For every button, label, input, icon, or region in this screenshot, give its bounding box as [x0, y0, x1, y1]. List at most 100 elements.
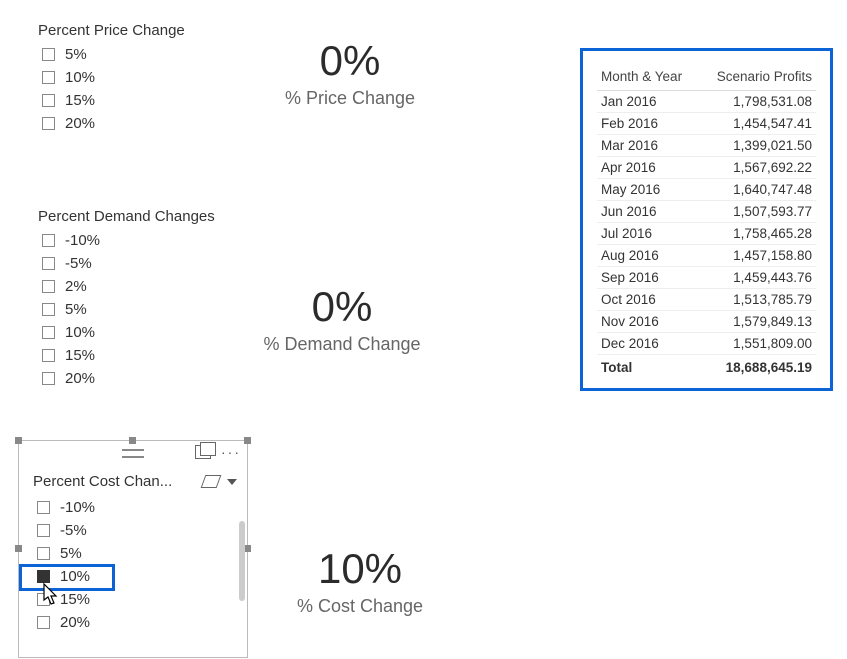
table-row[interactable]: Jul 20161,758,465.28	[597, 223, 816, 245]
checkbox-icon[interactable]	[42, 257, 55, 270]
demand-slicer-option-label: -5%	[65, 255, 92, 272]
price-slicer-option[interactable]: 10%	[38, 68, 238, 87]
cost-slicer-option[interactable]: 5%	[33, 544, 243, 563]
checkbox-icon[interactable]	[42, 48, 55, 61]
table-row[interactable]: Oct 20161,513,785.79	[597, 289, 816, 311]
cell-month: Nov 2016	[597, 311, 698, 333]
checkbox-icon[interactable]	[37, 547, 50, 560]
demand-change-label: % Demand Change	[232, 334, 452, 355]
table-row[interactable]: Apr 20161,567,692.22	[597, 157, 816, 179]
cell-profit: 1,507,593.77	[698, 201, 816, 223]
demand-slicer-option-label: 10%	[65, 324, 95, 341]
checkbox-icon[interactable]	[42, 71, 55, 84]
table-row[interactable]: Feb 20161,454,547.41	[597, 113, 816, 135]
demand-slicer-option-label: -10%	[65, 232, 100, 249]
checkbox-icon[interactable]	[42, 303, 55, 316]
checkbox-icon[interactable]	[42, 234, 55, 247]
cost-slicer-option[interactable]: 10%	[33, 567, 243, 586]
price-slicer-option-label: 5%	[65, 46, 87, 63]
checkbox-icon[interactable]	[42, 349, 55, 362]
checkbox-icon[interactable]	[37, 616, 50, 629]
checkbox-icon[interactable]	[42, 94, 55, 107]
cell-profit: 1,457,158.80	[698, 245, 816, 267]
price-slicer-title: Percent Price Change	[38, 22, 238, 39]
checkbox-icon[interactable]	[37, 501, 50, 514]
cost-slicer-option[interactable]: 15%	[33, 590, 243, 609]
cost-slicer-option-label: -5%	[60, 522, 87, 539]
cell-month: Jul 2016	[597, 223, 698, 245]
total-label: Total	[597, 355, 698, 379]
demand-slicer-option[interactable]: 5%	[38, 300, 248, 319]
table-row[interactable]: Jun 20161,507,593.77	[597, 201, 816, 223]
cost-change-card: 10% % Cost Change	[250, 548, 470, 617]
focus-mode-icon[interactable]	[195, 445, 211, 459]
table-row[interactable]: Dec 20161,551,809.00	[597, 333, 816, 355]
cell-month: Jan 2016	[597, 91, 698, 113]
demand-slicer-option[interactable]: -10%	[38, 231, 248, 250]
checkbox-icon[interactable]	[37, 593, 50, 606]
cell-month: Feb 2016	[597, 113, 698, 135]
checkbox-icon[interactable]	[42, 372, 55, 385]
resize-handle-w[interactable]	[15, 545, 22, 552]
cost-slicer-option-label: -10%	[60, 499, 95, 516]
table-header-row: Month & Year Scenario Profits	[597, 65, 816, 91]
cell-profit: 1,567,692.22	[698, 157, 816, 179]
checkbox-icon[interactable]	[42, 117, 55, 130]
price-change-label: % Price Change	[250, 88, 450, 109]
table-row[interactable]: Sep 20161,459,443.76	[597, 267, 816, 289]
scrollbar[interactable]	[239, 521, 245, 601]
total-value: 18,688,645.19	[698, 355, 816, 379]
table-row[interactable]: May 20161,640,747.48	[597, 179, 816, 201]
table-row[interactable]: Mar 20161,399,021.50	[597, 135, 816, 157]
drag-handle-icon[interactable]	[122, 449, 144, 458]
cost-slicer-option[interactable]: -10%	[33, 498, 243, 517]
col-scenario-profits[interactable]: Scenario Profits	[698, 65, 816, 91]
table-row[interactable]: Aug 20161,457,158.80	[597, 245, 816, 267]
demand-slicer-option[interactable]: -5%	[38, 254, 248, 273]
col-month-year[interactable]: Month & Year	[597, 65, 698, 91]
price-slicer-option[interactable]: 5%	[38, 45, 238, 64]
cost-change-label: % Cost Change	[250, 596, 470, 617]
cell-profit: 1,579,849.13	[698, 311, 816, 333]
price-slicer-option[interactable]: 20%	[38, 114, 238, 133]
demand-change-card: 0% % Demand Change	[232, 286, 452, 355]
cell-profit: 1,551,809.00	[698, 333, 816, 355]
cell-profit: 1,513,785.79	[698, 289, 816, 311]
cost-slicer-option[interactable]: 20%	[33, 613, 243, 632]
checkbox-icon[interactable]	[42, 326, 55, 339]
cell-month: Sep 2016	[597, 267, 698, 289]
cost-slicer-option[interactable]: -5%	[33, 521, 243, 540]
cell-month: Dec 2016	[597, 333, 698, 355]
demand-slicer: Percent Demand Changes -10%-5%2%5%10%15%…	[38, 208, 248, 392]
table-total-row: Total18,688,645.19	[597, 355, 816, 379]
more-options-icon[interactable]: ···	[221, 445, 241, 459]
demand-slicer-option[interactable]: 2%	[38, 277, 248, 296]
table-row[interactable]: Nov 20161,579,849.13	[597, 311, 816, 333]
demand-slicer-option-label: 20%	[65, 370, 95, 387]
cost-slicer-option-label: 10%	[60, 568, 90, 585]
checkbox-icon[interactable]	[37, 524, 50, 537]
table-row[interactable]: Jan 20161,798,531.08	[597, 91, 816, 113]
cell-month: Aug 2016	[597, 245, 698, 267]
cell-profit: 1,758,465.28	[698, 223, 816, 245]
demand-slicer-option[interactable]: 20%	[38, 369, 248, 388]
checkbox-icon[interactable]	[42, 280, 55, 293]
price-slicer-option[interactable]: 15%	[38, 91, 238, 110]
cell-month: Jun 2016	[597, 201, 698, 223]
chevron-down-icon[interactable]	[227, 479, 237, 485]
cell-month: Apr 2016	[597, 157, 698, 179]
price-slicer-option-label: 10%	[65, 69, 95, 86]
cost-slicer-option-label: 20%	[60, 614, 90, 631]
cell-profit: 1,399,021.50	[698, 135, 816, 157]
cell-month: May 2016	[597, 179, 698, 201]
cost-slicer-visual[interactable]: ··· Percent Cost Chan... -10% -5% 5% 10% 15%…	[18, 440, 248, 658]
demand-slicer-option[interactable]: 15%	[38, 346, 248, 365]
demand-slicer-option-label: 2%	[65, 278, 87, 295]
cell-month: Mar 2016	[597, 135, 698, 157]
cost-slicer-title: Percent Cost Chan...	[33, 473, 172, 490]
cost-change-value: 10%	[250, 548, 470, 590]
cell-profit: 1,640,747.48	[698, 179, 816, 201]
checkbox-icon[interactable]	[37, 570, 50, 583]
clear-selection-icon[interactable]	[201, 475, 222, 488]
demand-slicer-option[interactable]: 10%	[38, 323, 248, 342]
